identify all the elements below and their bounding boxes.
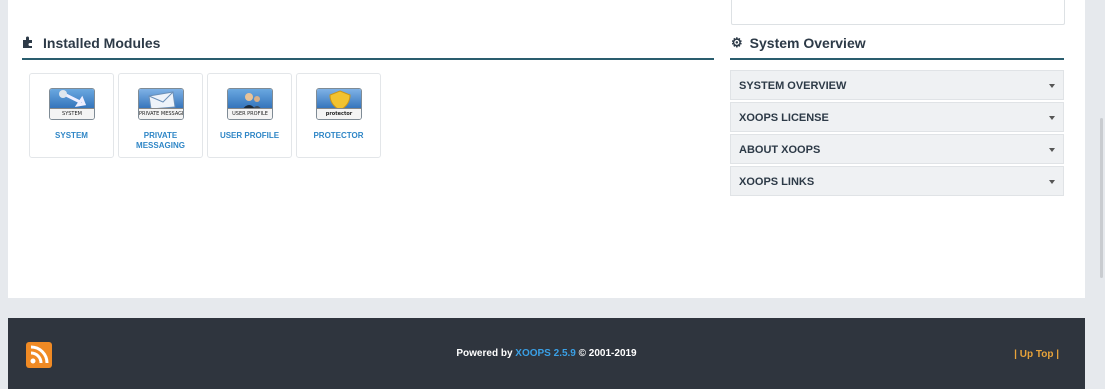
accordion-system-overview[interactable]: SYSTEM OVERVIEW: [730, 70, 1064, 100]
caret-down-icon: [1049, 148, 1055, 152]
scrollbar-thumb[interactable]: [1100, 118, 1103, 278]
module-label: PROTECTOR: [313, 131, 364, 140]
caret-down-icon: [1049, 84, 1055, 88]
powered-by-text: Powered by XOOPS 2.5.9 © 2001-2019: [456, 348, 637, 359]
accordion-xoops-links[interactable]: XOOPS LINKS: [730, 166, 1064, 196]
accordion-label: XOOPS LICENSE: [739, 112, 829, 124]
xoops-version-link[interactable]: XOOPS 2.5.9: [515, 348, 576, 359]
caret-down-icon: [1049, 116, 1055, 120]
accordion-label: XOOPS LINKS: [739, 176, 815, 188]
module-card-system[interactable]: SYSTEM SYSTEM: [29, 73, 114, 158]
accordion-label: ABOUT XOOPS: [739, 144, 821, 156]
sidebar-search-box[interactable]: [731, 0, 1065, 25]
shield-icon: protector: [316, 88, 362, 120]
accordion-label: SYSTEM OVERVIEW: [739, 80, 847, 92]
accordion-xoops-license[interactable]: XOOPS LICENSE: [730, 102, 1064, 132]
module-card-user-profile[interactable]: USER PROFILE USER PROFILE: [207, 73, 292, 158]
caret-down-icon: [1049, 180, 1055, 184]
page-scrollbar[interactable]: [1085, 0, 1105, 298]
system-overview-underline: [730, 58, 1064, 60]
system-module-icon: SYSTEM: [49, 88, 95, 120]
installed-modules-underline: [22, 58, 714, 60]
module-card-private-messaging[interactable]: PRIVATE MESSAGES PRIVATE MESSAGING: [118, 73, 203, 158]
system-overview-heading: ⚙ System Overview: [731, 35, 866, 51]
module-label: SYSTEM: [55, 131, 88, 140]
installed-modules-title: Installed Modules: [43, 35, 161, 51]
gear-icon: ⚙: [731, 35, 743, 50]
module-card-protector[interactable]: protector PROTECTOR: [296, 73, 381, 158]
accordion-about-xoops[interactable]: ABOUT XOOPS: [730, 134, 1064, 164]
envelope-icon: PRIVATE MESSAGES: [138, 88, 184, 120]
user-profile-icon: USER PROFILE: [227, 88, 273, 120]
up-top-link[interactable]: | Up Top |: [1014, 349, 1059, 360]
installed-modules-heading: Installed Modules: [22, 35, 160, 51]
page-footer: Powered by XOOPS 2.5.9 © 2001-2019 | Up …: [8, 318, 1085, 389]
system-overview-title: System Overview: [749, 35, 866, 51]
puzzle-icon: [22, 35, 36, 51]
module-label: PRIVATE MESSAGING: [136, 131, 185, 150]
module-label: USER PROFILE: [219, 131, 280, 140]
